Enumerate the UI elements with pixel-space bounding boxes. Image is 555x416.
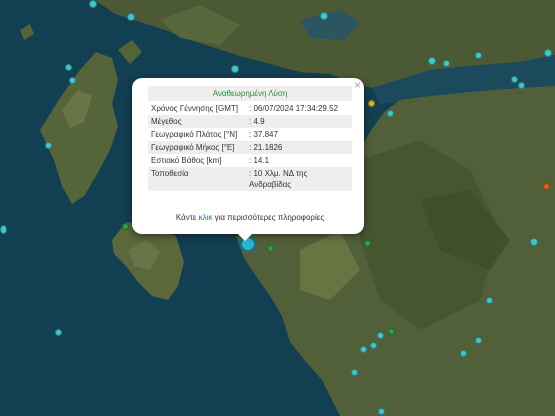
earthquake-marker[interactable]	[428, 57, 436, 65]
longitude-label: Γεωγραφικό Μήκος [°E]	[148, 141, 246, 154]
earthquake-marker[interactable]	[89, 0, 97, 8]
earthquake-marker[interactable]	[122, 223, 129, 230]
earthquake-marker[interactable]	[351, 369, 358, 376]
latitude-label: Γεωγραφικό Πλάτος [°N]	[151, 130, 238, 139]
more-info-prefix: Κάντε	[175, 213, 199, 222]
origin-time-label: Χρόνος Γέννησης [GMT]	[151, 104, 238, 113]
more-info-text: Κάντε κλικ για περισσότερες πληροφορίες	[148, 213, 352, 222]
map-canvas[interactable]: × Αναθεωρημένη Λύση Χρόνος Γέννησης [GMT…	[0, 0, 555, 416]
popup-tip	[236, 232, 254, 241]
earthquake-marker[interactable]	[518, 82, 525, 89]
table-row: Γεωγραφικό Μήκος [°E] : 21.1826	[148, 141, 352, 154]
latitude-value: : 37.847	[249, 130, 278, 139]
earthquake-marker[interactable]	[460, 350, 467, 357]
earthquake-marker[interactable]	[55, 329, 62, 336]
earthquake-marker[interactable]	[368, 100, 375, 107]
earthquake-marker[interactable]	[65, 64, 72, 71]
depth-value: : 14.1	[249, 156, 270, 165]
table-row: Μέγεθος : 4.9	[148, 115, 352, 128]
earthquake-marker[interactable]	[378, 408, 385, 415]
earthquake-marker[interactable]	[511, 76, 518, 83]
longitude-value: : 21.1826	[246, 141, 352, 154]
table-row: Χρόνος Γέννησης [GMT] : 06/07/2024 17:34…	[148, 102, 352, 115]
earthquake-marker[interactable]	[0, 225, 7, 234]
earthquake-marker[interactable]	[475, 52, 482, 59]
table-row: Εστιακό Βάθος [km] : 14.1	[148, 154, 352, 167]
earthquake-marker[interactable]	[231, 65, 239, 73]
earthquake-marker[interactable]	[486, 297, 493, 304]
magnitude-value: : 4.9	[246, 115, 352, 128]
location-label: Τοποθεσία	[148, 167, 246, 191]
earthquake-marker[interactable]	[320, 12, 328, 20]
earthquake-marker[interactable]	[360, 346, 367, 353]
magnitude-label: Μέγεθος	[148, 115, 246, 128]
earthquake-marker[interactable]	[443, 60, 450, 67]
location-value: : 10 Χλμ. ΝΔ της Ανδραβίδας	[246, 167, 352, 191]
earthquake-marker[interactable]	[127, 13, 135, 21]
earthquake-marker[interactable]	[45, 142, 52, 149]
earthquake-details-table: Χρόνος Γέννησης [GMT] : 06/07/2024 17:34…	[148, 102, 352, 191]
earthquake-marker[interactable]	[544, 49, 552, 57]
earthquake-marker[interactable]	[267, 245, 274, 252]
earthquake-marker[interactable]	[364, 240, 371, 247]
more-info-suffix: για περισσότερες πληροφορίες	[212, 213, 325, 222]
more-info-link[interactable]: κλικ	[199, 213, 213, 222]
table-row: Τοποθεσία : 10 Χλμ. ΝΔ της Ανδραβίδας	[148, 167, 352, 191]
earthquake-marker[interactable]	[543, 183, 550, 190]
earthquake-marker[interactable]	[377, 332, 384, 339]
origin-time-value: : 06/07/2024 17:34:29.52	[249, 104, 338, 113]
earthquake-info-popup: × Αναθεωρημένη Λύση Χρόνος Γέννησης [GMT…	[132, 78, 364, 234]
earthquake-marker[interactable]	[69, 77, 76, 84]
popup-title: Αναθεωρημένη Λύση	[148, 86, 352, 101]
table-row: Γεωγραφικό Πλάτος [°N] : 37.847	[148, 128, 352, 141]
close-icon[interactable]: ×	[354, 79, 361, 91]
earthquake-marker[interactable]	[530, 238, 538, 246]
earthquake-marker[interactable]	[475, 337, 482, 344]
earthquake-marker[interactable]	[370, 342, 377, 349]
earthquake-marker[interactable]	[387, 110, 394, 117]
earthquake-marker[interactable]	[388, 328, 395, 335]
depth-label: Εστιακό Βάθος [km]	[151, 156, 222, 165]
